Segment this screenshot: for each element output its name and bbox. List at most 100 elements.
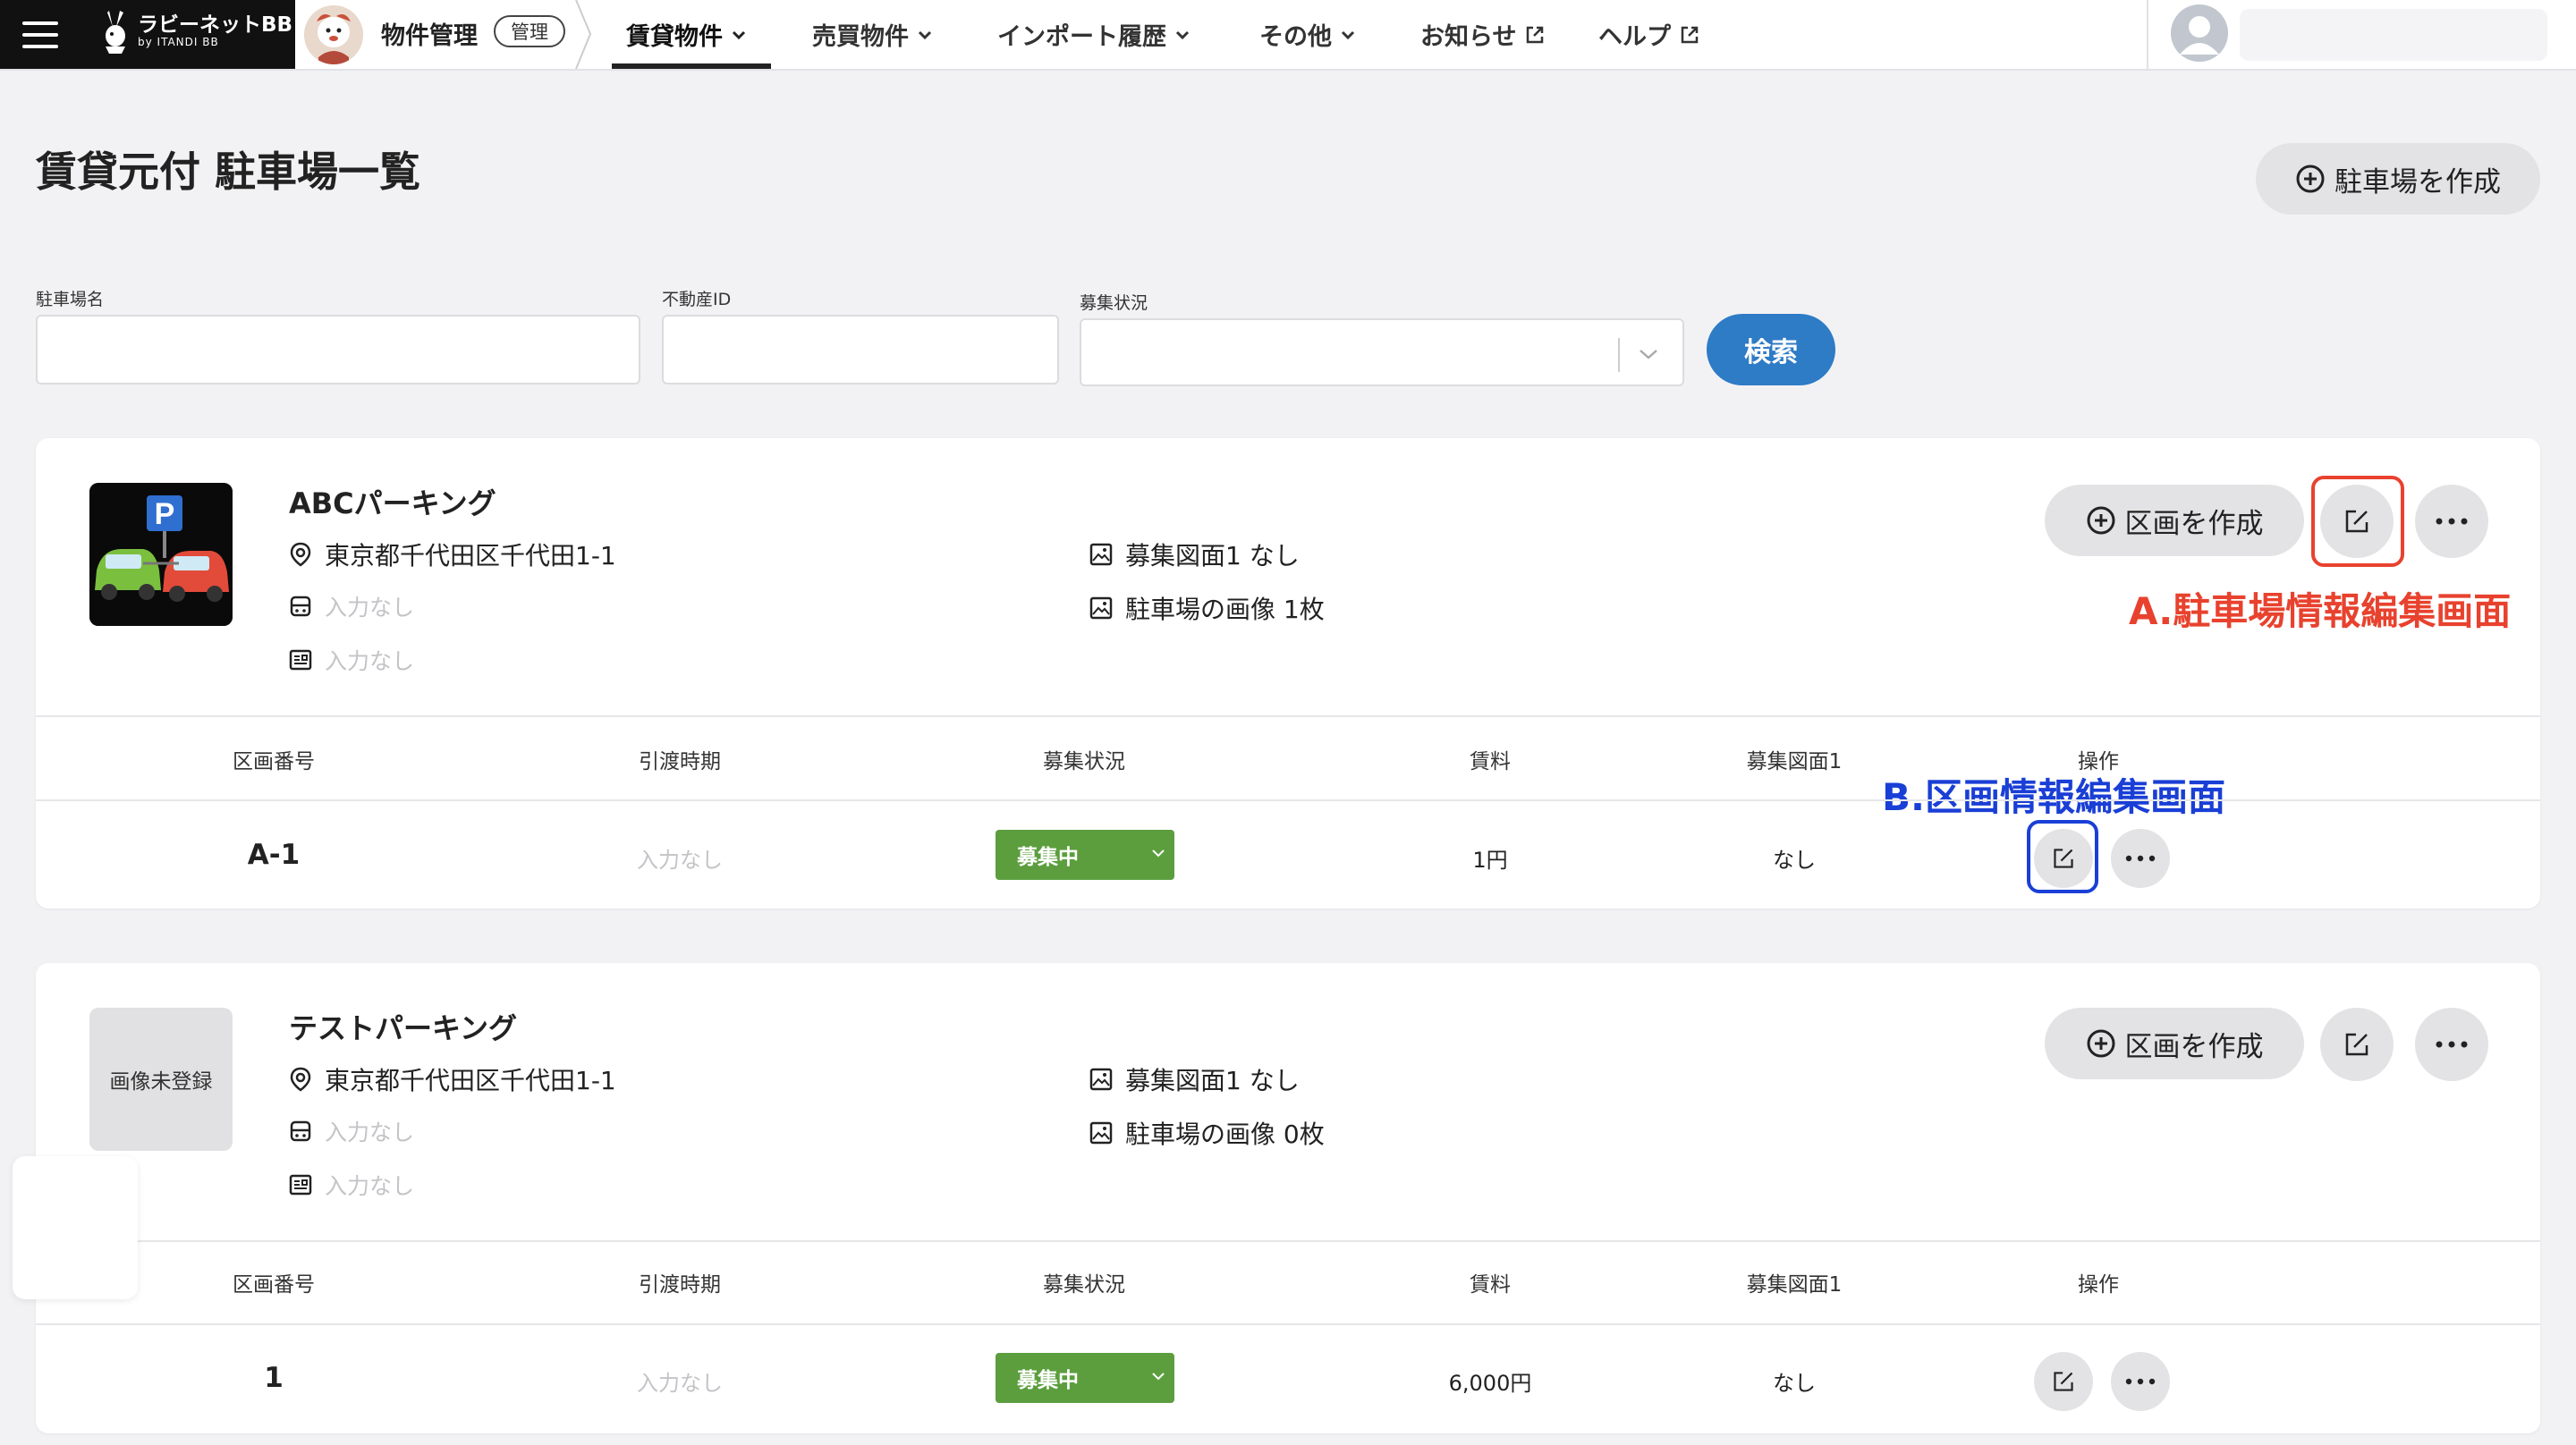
plus-circle-icon — [2087, 1029, 2114, 1058]
drawing-text: 募集図面1 なし — [1125, 1066, 1300, 1095]
create-section-label: 区画を作成 — [2124, 1030, 2264, 1063]
search-button[interactable]: 検索 — [1707, 314, 1835, 385]
status-dropdown[interactable]: 募集中 — [996, 830, 1174, 880]
user-area — [2147, 0, 2576, 69]
chevron-down-icon — [1152, 1373, 1165, 1381]
section-delivery: 入力なし — [637, 848, 723, 873]
parking-name-input[interactable] — [36, 315, 640, 384]
parking-name-label: 駐車場名 — [36, 290, 105, 309]
more-horizontal-icon — [2125, 1378, 2156, 1385]
nav-rental-properties[interactable]: 賃貸物件 — [612, 0, 771, 69]
note-row: 入力なし — [289, 644, 414, 676]
images-text: 駐車場の画像 1枚 — [1125, 595, 1325, 624]
svg-text:P: P — [155, 497, 175, 531]
edit-icon — [2345, 1033, 2368, 1056]
section-code: 1 — [264, 1362, 284, 1394]
document-icon — [289, 1174, 312, 1196]
create-parking-button[interactable]: 駐車場を作成 — [2256, 143, 2540, 215]
more-options-button[interactable] — [2111, 829, 2170, 888]
floating-widget[interactable] — [13, 1156, 138, 1299]
nav-help[interactable]: ヘルプ — [1598, 0, 1699, 69]
address-text: 東京都千代田区千代田1-1 — [325, 541, 616, 570]
document-icon — [289, 649, 312, 671]
image-icon — [1089, 596, 1113, 620]
col-header-delivery: 引渡時期 — [639, 750, 721, 773]
status-filter-select[interactable] — [1080, 318, 1684, 386]
parking-thumbnail-empty: 画像未登録 — [89, 1008, 233, 1151]
note-text: 入力なし — [325, 648, 415, 674]
drawing-text: 募集図面1 なし — [1125, 541, 1300, 570]
create-section-button[interactable]: 区画を作成 — [2045, 1008, 2304, 1079]
highlight-edit-parking — [2311, 476, 2404, 567]
create-section-label: 区画を作成 — [2124, 507, 2264, 540]
section-drawing: なし — [1773, 1371, 1816, 1396]
station-row: 入力なし — [289, 1115, 414, 1147]
address-row: 東京都千代田区千代田1-1 — [289, 1061, 616, 1097]
nav-label: その他 — [1259, 23, 1332, 51]
nav-news[interactable]: お知らせ — [1420, 0, 1545, 69]
image-icon — [1089, 543, 1113, 566]
nav-import-history[interactable]: インポート履歴 — [997, 0, 1190, 69]
edit-parking-button[interactable] — [2320, 1008, 2394, 1081]
select-divider — [1618, 338, 1620, 372]
col-header-section-number: 区画番号 — [233, 750, 315, 773]
page-title: 賃貸元付 駐車場一覧 — [36, 148, 421, 196]
parking-thumbnail: P — [89, 483, 233, 626]
parking-card: 画像未登録 テストパーキング 東京都千代田区千代田1-1 入力なし 入力なし 募… — [36, 963, 2540, 1433]
note-row: 入力なし — [289, 1169, 414, 1201]
section-rent: 6,000円 — [1448, 1371, 1532, 1396]
logo-subtext: by ITANDI BB — [138, 36, 219, 48]
more-options-button[interactable] — [2415, 1008, 2488, 1081]
create-parking-label: 駐車場を作成 — [2334, 165, 2501, 199]
images-row: 駐車場の画像 1枚 — [1089, 590, 1325, 626]
section-delivery: 入力なし — [637, 1371, 723, 1396]
edit-section-button[interactable] — [2034, 1352, 2093, 1411]
col-header-status: 募集状況 — [1043, 1273, 1125, 1297]
image-icon — [1089, 1068, 1113, 1091]
chevron-down-icon — [1640, 350, 1657, 359]
annotation-section-edit: B.区画情報編集画面 — [1882, 775, 2225, 819]
station-text: 入力なし — [325, 1120, 415, 1145]
nav-sales-properties[interactable]: 売買物件 — [812, 0, 932, 69]
create-section-button[interactable]: 区画を作成 — [2045, 485, 2304, 556]
col-header-rent: 賃料 — [1470, 750, 1511, 773]
edit-icon — [2054, 1372, 2073, 1391]
user-avatar-icon[interactable] — [2171, 4, 2228, 62]
more-horizontal-icon — [2436, 1041, 2468, 1048]
status-filter-label: 募集状況 — [1080, 293, 1148, 313]
logo-text: ラビーネットBB — [138, 13, 293, 37]
menu-icon[interactable] — [0, 0, 80, 69]
active-tab-indicator — [612, 63, 771, 69]
table-divider — [36, 1323, 2540, 1325]
mascot-avatar — [304, 5, 363, 64]
rabbit-logo-icon — [106, 11, 125, 54]
image-icon — [1089, 1121, 1113, 1145]
images-text: 駐車場の画像 0枚 — [1125, 1120, 1325, 1149]
status-text: 募集中 — [1017, 846, 1079, 869]
property-id-input[interactable] — [662, 315, 1059, 384]
status-dropdown[interactable]: 募集中 — [996, 1353, 1174, 1403]
top-nav-bar: ラビーネットBB by ITANDI BB 物件管理 管理 賃貸物件 売買物件 — [0, 0, 2576, 71]
more-horizontal-icon — [2436, 518, 2468, 525]
col-header-delivery: 引渡時期 — [639, 1273, 721, 1297]
module-switcher[interactable]: 物件管理 管理 — [295, 0, 592, 69]
module-badge: 管理 — [494, 15, 565, 47]
nav-other[interactable]: その他 — [1259, 0, 1355, 69]
nav-label: お知らせ — [1420, 23, 1517, 51]
table-divider — [36, 799, 2540, 801]
user-name-box[interactable] — [2240, 9, 2547, 61]
location-pin-icon — [290, 542, 311, 567]
more-options-button[interactable] — [2111, 1352, 2170, 1411]
images-row: 駐車場の画像 0枚 — [1089, 1115, 1325, 1151]
nav-label: 賃貸物件 — [626, 23, 723, 51]
app-logo[interactable]: ラビーネットBB by ITANDI BB — [80, 0, 295, 69]
nav-label: ヘルプ — [1598, 23, 1671, 51]
more-options-button[interactable] — [2415, 485, 2488, 558]
nav-label: インポート履歴 — [997, 23, 1166, 51]
chevron-down-icon — [1341, 30, 1355, 39]
section-drawing: なし — [1773, 848, 1816, 873]
more-horizontal-icon — [2125, 855, 2156, 862]
col-header-section-number: 区画番号 — [233, 1273, 315, 1297]
col-header-rent: 賃料 — [1470, 1273, 1511, 1297]
drawing-row: 募集図面1 なし — [1089, 537, 1300, 572]
